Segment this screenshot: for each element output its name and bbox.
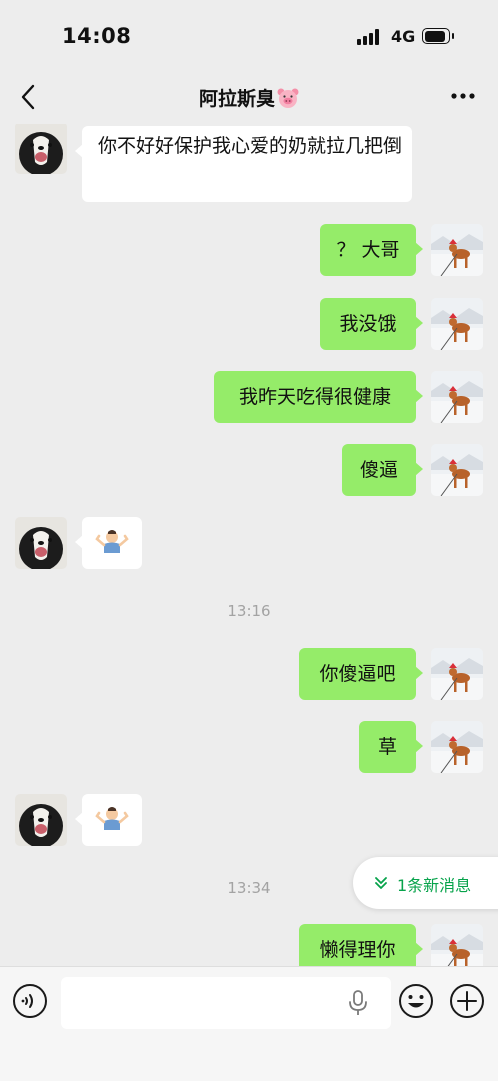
new-messages-label: 1条新消息 [397, 876, 472, 895]
message-bubble-outgoing[interactable]: ？ 大哥 [320, 224, 423, 276]
message-text: 我没饿 [339, 313, 397, 335]
signal-strength-icon [357, 29, 383, 45]
new-messages-button[interactable]: 1条新消息 [353, 857, 498, 909]
my-avatar[interactable] [431, 371, 483, 423]
status-bar: 14:08 4G [0, 0, 498, 70]
message-timestamp: 13:16 [227, 602, 271, 620]
more-button[interactable] [448, 86, 478, 106]
message-bubble-incoming[interactable] [75, 794, 142, 846]
message-input[interactable] [61, 977, 391, 1029]
input-bar [0, 966, 498, 1081]
nav-bar: 阿拉斯臭 [0, 70, 498, 124]
battery-icon [422, 28, 454, 44]
person-shrugging-icon [95, 807, 129, 830]
plus-icon [450, 984, 484, 1018]
chat-message-list[interactable]: 你不好好保护我心爱的奶就拉几把倒 ？ 大哥 我没饿 我昨天吃得很健康 傻逼 13… [0, 124, 498, 966]
pig-face-icon [277, 88, 299, 108]
message-bubble-incoming[interactable]: 你不好好保护我心爱的奶就拉几把倒 [75, 126, 412, 202]
contact-avatar[interactable] [15, 794, 67, 846]
message-text: 草 [377, 736, 397, 758]
message-text: ？ 大哥 [336, 239, 400, 261]
my-avatar[interactable] [431, 224, 483, 276]
my-avatar[interactable] [431, 924, 483, 966]
message-bubble-outgoing[interactable]: 傻逼 [342, 444, 423, 496]
my-avatar[interactable] [431, 444, 483, 496]
double-chevron-down-icon [375, 877, 387, 889]
message-text: 傻逼 [359, 459, 398, 481]
message-bubble-outgoing[interactable]: 草 [359, 721, 423, 773]
message-bubble-outgoing[interactable]: 你傻逼吧 [299, 648, 423, 700]
message-text: 你傻逼吧 [319, 663, 396, 685]
message-text: 懒得理你 [319, 939, 396, 961]
my-avatar[interactable] [431, 648, 483, 700]
message-text: 我昨天吃得很健康 [238, 386, 391, 408]
microphone-icon[interactable] [347, 989, 369, 1017]
chat-title: 阿拉斯臭 [0, 84, 498, 111]
contact-avatar[interactable] [15, 124, 67, 174]
emoji-button[interactable] [398, 983, 434, 1019]
message-bubble-outgoing[interactable]: 我没饿 [320, 298, 423, 350]
status-time: 14:08 [62, 24, 132, 48]
message-bubble-outgoing[interactable]: 我昨天吃得很健康 [214, 371, 423, 423]
contact-avatar[interactable] [15, 517, 67, 569]
my-avatar[interactable] [431, 721, 483, 773]
message-bubble-incoming[interactable] [75, 517, 142, 569]
my-avatar[interactable] [431, 298, 483, 350]
message-bubble-outgoing[interactable]: 懒得理你 [299, 924, 423, 966]
chat-title-text: 阿拉斯臭 [198, 88, 275, 110]
voice-button[interactable] [12, 983, 48, 1019]
more-dots-icon [451, 93, 475, 99]
smiley-icon [399, 984, 433, 1018]
person-shrugging-icon [95, 530, 129, 553]
network-type: 4G [391, 27, 416, 46]
voice-icon [13, 984, 47, 1018]
message-text: 你不好好保护我心爱的奶就拉几把倒 [98, 135, 403, 157]
more-actions-button[interactable] [449, 983, 485, 1019]
